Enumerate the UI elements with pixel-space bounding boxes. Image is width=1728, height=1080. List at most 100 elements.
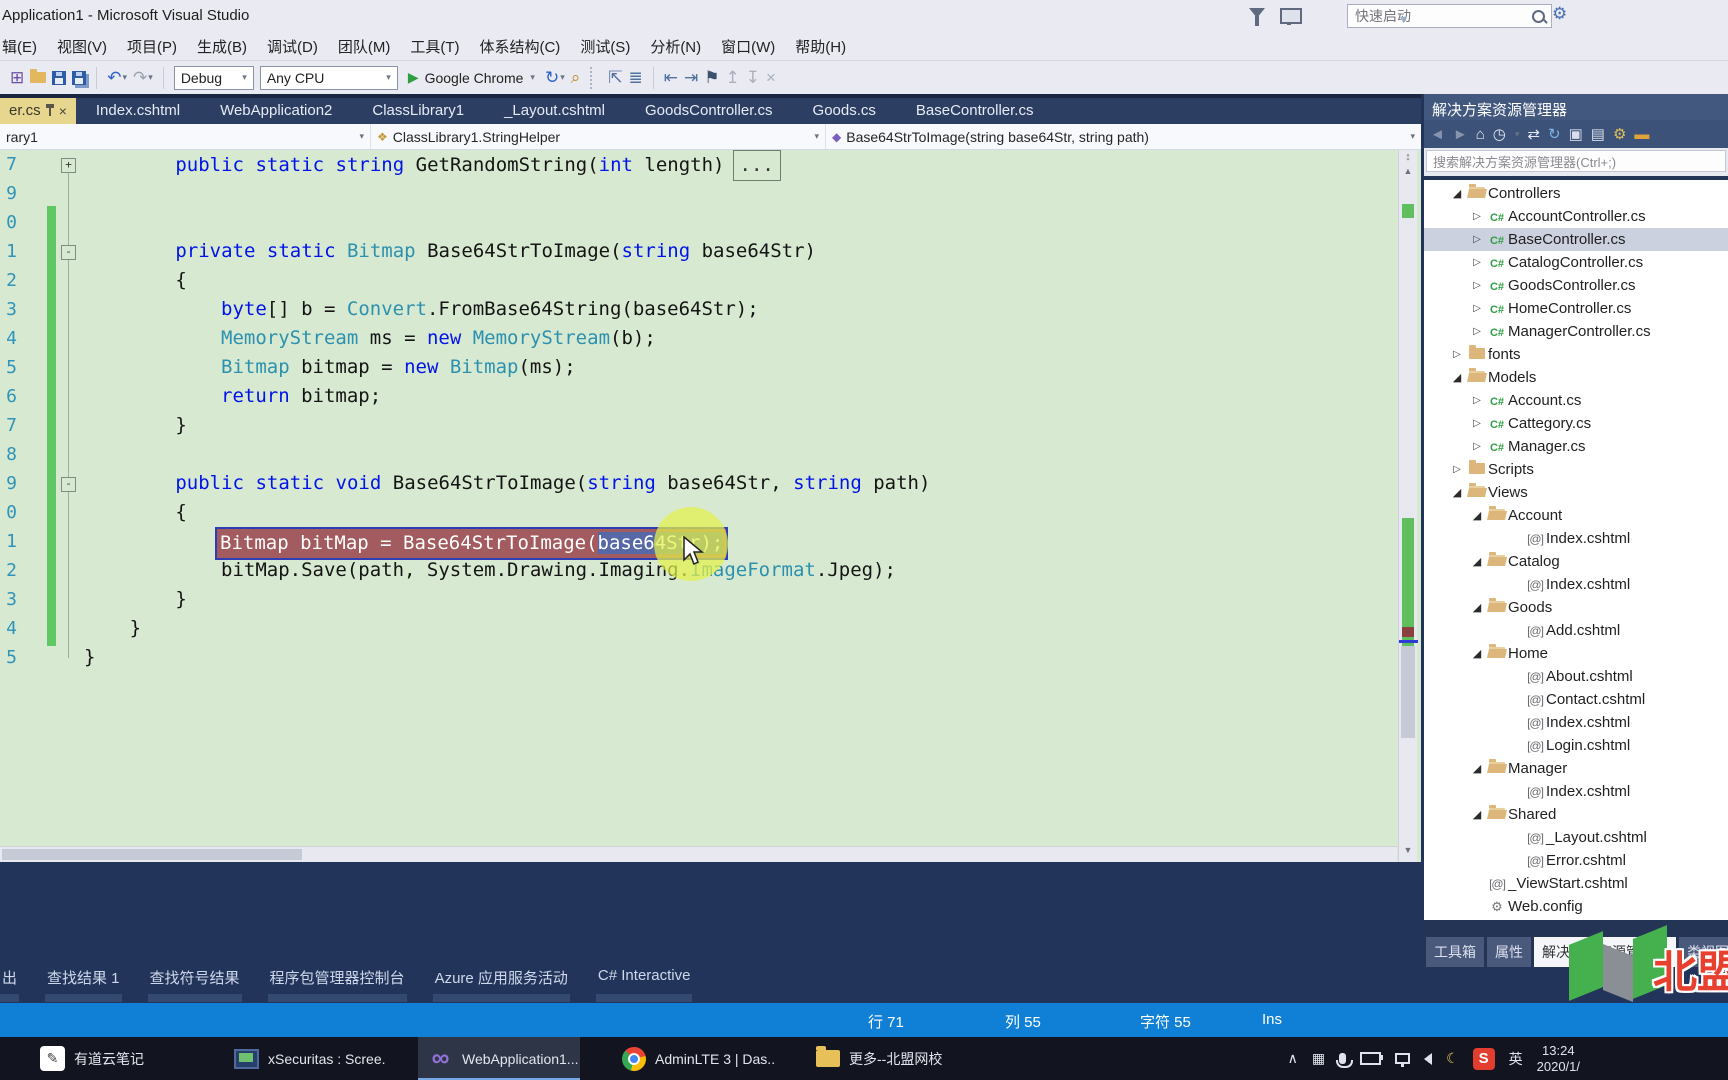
- tab-active-document[interactable]: er.cs×: [0, 98, 76, 124]
- code-line[interactable]: Bitmap bitMap = Base64StrToImage(base64S…: [221, 527, 728, 556]
- refresh-icon[interactable]: ↻: [1548, 125, 1561, 143]
- tab-overflow-icon[interactable]: ▼: [1398, 14, 1409, 26]
- new-item-icon[interactable]: ⊞: [10, 69, 24, 86]
- code-line[interactable]: bitMap.Save(path, System.Drawing.Imaging…: [221, 556, 896, 585]
- panel-tab[interactable]: 出: [0, 965, 19, 1002]
- code-line[interactable]: Bitmap bitmap = new Bitmap(ms);: [221, 353, 576, 382]
- tree-item[interactable]: ▷C#Account.cs: [1424, 389, 1728, 412]
- collapsed-arrow-icon[interactable]: ▷: [1468, 418, 1486, 429]
- network-icon[interactable]: [1395, 1053, 1410, 1064]
- code-line[interactable]: }: [130, 614, 141, 643]
- tab-document[interactable]: Goods.cs: [793, 98, 896, 124]
- panel-tab[interactable]: 程序包管理器控制台: [268, 965, 407, 1002]
- clear-bookmarks-icon[interactable]: ×: [766, 69, 776, 86]
- panel-title[interactable]: 解决方案资源管理器: [1424, 94, 1728, 120]
- project-dropdown[interactable]: rary1 ▾: [0, 124, 371, 149]
- taskbar-item[interactable]: xSecuritas : Scree...: [224, 1037, 386, 1080]
- tree-item[interactable]: ▷C#CatalogController.cs: [1424, 251, 1728, 274]
- live-share-icon[interactable]: [1280, 8, 1302, 24]
- home-icon[interactable]: ⌂: [1476, 126, 1485, 143]
- menu-item[interactable]: 体系结构(C): [469, 36, 570, 57]
- collapsed-arrow-icon[interactable]: ▷: [1448, 464, 1466, 475]
- menu-item[interactable]: 窗口(W): [711, 36, 785, 57]
- scrollbar-thumb[interactable]: [2, 849, 302, 860]
- menu-item[interactable]: 辑(E): [0, 36, 47, 57]
- panel-tab[interactable]: 查找结果 1: [45, 965, 122, 1002]
- expanded-arrow-icon[interactable]: ◢: [1468, 555, 1486, 568]
- menu-item[interactable]: 调试(D): [257, 36, 328, 57]
- toggle-icon[interactable]: ▬: [1634, 126, 1649, 143]
- tree-item[interactable]: ⚙Web.config: [1424, 895, 1728, 918]
- tab-document[interactable]: _Layout.cshtml: [484, 98, 625, 124]
- tree-item[interactable]: [@]Index.cshtml: [1424, 780, 1728, 803]
- tree-item[interactable]: ▷C#ManagerController.cs: [1424, 320, 1728, 343]
- tree-item[interactable]: ▷Scripts: [1424, 458, 1728, 481]
- fold-toggle-icon[interactable]: +: [61, 158, 76, 173]
- taskbar-item[interactable]: 更多--北盟网校: [806, 1037, 968, 1080]
- apps-icon[interactable]: ▦: [1312, 1050, 1325, 1067]
- language-indicator[interactable]: 英: [1509, 1049, 1523, 1069]
- tab-document[interactable]: GoodsController.cs: [625, 98, 793, 124]
- tree-item[interactable]: ▷C#Manager.cs: [1424, 435, 1728, 458]
- menu-item[interactable]: 帮助(H): [785, 36, 856, 57]
- code-editor[interactable]: 7+public static string GetRandomString(i…: [0, 150, 1421, 862]
- tree-item[interactable]: ◢Catalog: [1424, 550, 1728, 573]
- refresh-icon[interactable]: ↻: [545, 69, 559, 86]
- tree-item[interactable]: ◢Home: [1424, 642, 1728, 665]
- code-line[interactable]: {: [175, 266, 186, 295]
- code-line[interactable]: {: [175, 498, 186, 527]
- undo-icon[interactable]: ↶: [107, 69, 121, 86]
- expanded-arrow-icon[interactable]: ◢: [1468, 808, 1486, 821]
- taskbar-item[interactable]: ∞WebApplication1...: [418, 1037, 580, 1080]
- tree-item[interactable]: ▷C#AccountController.cs: [1424, 205, 1728, 228]
- tree-item[interactable]: [@]Index.cshtml: [1424, 711, 1728, 734]
- tree-item[interactable]: ◢Account: [1424, 504, 1728, 527]
- panel-tab[interactable]: C# Interactive: [596, 965, 693, 1002]
- solution-search-input[interactable]: 搜索解决方案资源管理器(Ctrl+;): [1426, 150, 1726, 172]
- expanded-arrow-icon[interactable]: ◢: [1468, 509, 1486, 522]
- prev-bookmark-icon[interactable]: ↥: [726, 69, 740, 86]
- tree-item[interactable]: ▷C#Cattegory.cs: [1424, 412, 1728, 435]
- save-all-icon[interactable]: [72, 71, 86, 85]
- tree-item[interactable]: [@]_Layout.cshtml: [1424, 826, 1728, 849]
- pin-icon[interactable]: [49, 107, 51, 116]
- block-select-icon[interactable]: ⇱: [608, 69, 622, 86]
- menu-item[interactable]: 工具(T): [400, 36, 469, 57]
- tool-window-tab[interactable]: 属性: [1487, 937, 1531, 967]
- back-icon[interactable]: ◄: [1430, 126, 1445, 143]
- tree-item[interactable]: [@]Error.cshtml: [1424, 849, 1728, 872]
- battery-icon[interactable]: [1360, 1052, 1381, 1065]
- collapsed-arrow-icon[interactable]: ▷: [1468, 234, 1486, 245]
- tree-item[interactable]: ◢Shared: [1424, 803, 1728, 826]
- collapsed-arrow-icon[interactable]: ▷: [1468, 303, 1486, 314]
- expanded-arrow-icon[interactable]: ◢: [1468, 647, 1486, 660]
- collapsed-arrow-icon[interactable]: ▷: [1468, 326, 1486, 337]
- tree-item[interactable]: ▷fonts: [1424, 343, 1728, 366]
- tree-item[interactable]: ◢Views: [1424, 481, 1728, 504]
- tool-window-tab[interactable]: 工具箱: [1426, 937, 1484, 967]
- tree-item[interactable]: [@]Index.cshtml: [1424, 573, 1728, 596]
- code-line[interactable]: return bitmap;: [221, 382, 381, 411]
- collapsed-region-icon[interactable]: ...: [733, 150, 781, 181]
- sync-icon[interactable]: ⇄: [1527, 125, 1540, 143]
- collapsed-arrow-icon[interactable]: ▷: [1468, 280, 1486, 291]
- panel-tab[interactable]: 查找符号结果: [148, 965, 242, 1002]
- collapsed-arrow-icon[interactable]: ▷: [1468, 395, 1486, 406]
- member-dropdown[interactable]: ◆ Base64StrToImage(string base64Str, str…: [826, 124, 1421, 149]
- code-line[interactable]: byte[] b = Convert.FromBase64String(base…: [221, 295, 759, 324]
- collapsed-arrow-icon[interactable]: ▷: [1448, 349, 1466, 360]
- configuration-dropdown[interactable]: Debug▾: [174, 66, 254, 90]
- volume-icon[interactable]: [1424, 1053, 1432, 1065]
- taskbar-item[interactable]: ✎有道云笔记: [30, 1037, 192, 1080]
- taskbar-item[interactable]: AdminLTE 3 | Das...: [612, 1037, 774, 1080]
- tree-item[interactable]: [@]Index.cshtml: [1424, 527, 1728, 550]
- mic-icon[interactable]: [1339, 1053, 1346, 1064]
- pending-changes-icon[interactable]: ◷: [1493, 125, 1506, 143]
- tab-document[interactable]: Index.cshtml: [76, 98, 200, 124]
- editor-vertical-scrollbar[interactable]: ↕ ▲ ▼: [1398, 150, 1417, 862]
- expanded-arrow-icon[interactable]: ◢: [1468, 762, 1486, 775]
- redo-icon[interactable]: ↷: [133, 69, 147, 86]
- expanded-arrow-icon[interactable]: ◢: [1448, 187, 1466, 200]
- navigate-to-icon[interactable]: ⌕: [571, 69, 581, 86]
- bookmark-icon[interactable]: ⚑: [704, 69, 719, 86]
